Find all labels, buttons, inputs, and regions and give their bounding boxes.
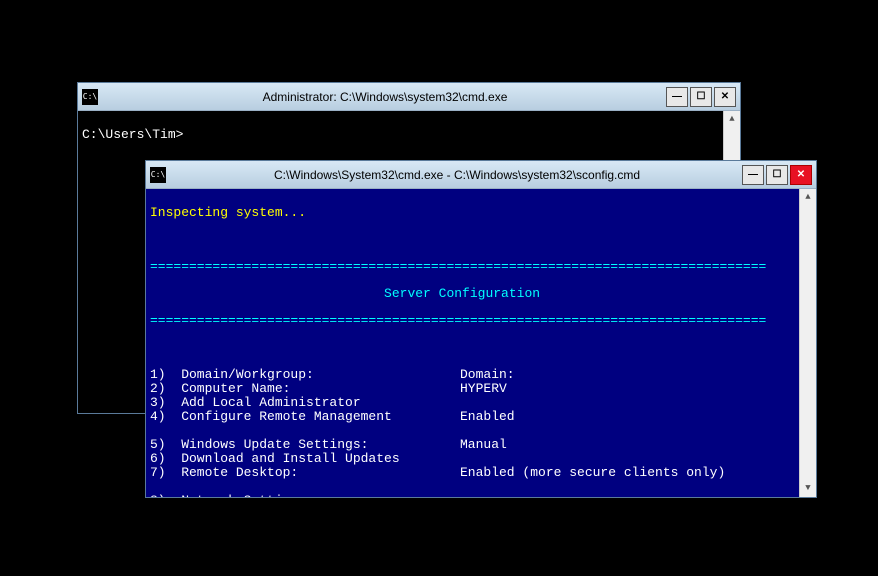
blank-line [150, 233, 816, 247]
scroll-down-icon[interactable]: ▼ [800, 480, 816, 497]
menu-item: 6) Download and Install Updates [150, 452, 816, 466]
window-buttons: — ☐ ✕ [742, 165, 812, 185]
menu-item [150, 424, 816, 438]
menu-item-label: 5) Windows Update Settings: [150, 438, 460, 451]
cmd-window-sconfig: C:\ C:\Windows\System32\cmd.exe - C:\Win… [145, 160, 817, 498]
menu-item-value: Enabled [460, 409, 515, 424]
minimize-button[interactable]: — [666, 87, 688, 107]
inspecting-line: Inspecting system... [150, 206, 816, 220]
titlebar[interactable]: C:\ Administrator: C:\Windows\system32\c… [78, 83, 740, 111]
menu-item: 1) Domain/Workgroup:Domain: [150, 368, 816, 382]
minimize-button[interactable]: — [742, 165, 764, 185]
menu-item-value: Enabled (more secure clients only) [460, 465, 725, 480]
rule-line: ========================================… [150, 260, 816, 274]
menu-item-label: 4) Configure Remote Management [150, 410, 460, 423]
menu-item: 2) Computer Name:HYPERV [150, 382, 816, 396]
menu-item [150, 480, 816, 494]
menu-items: 1) Domain/Workgroup:Domain:2) Computer N… [150, 368, 816, 497]
prompt: C:\Users\Tim> [82, 128, 740, 142]
menu-item-label: 8) Network Settings [150, 494, 460, 497]
menu-item-value: Domain: [460, 367, 515, 382]
window-title: C:\Windows\System32\cmd.exe - C:\Windows… [172, 168, 742, 182]
menu-item-label: 7) Remote Desktop: [150, 466, 460, 479]
menu-item: 3) Add Local Administrator [150, 396, 816, 410]
window-title: Administrator: C:\Windows\system32\cmd.e… [104, 90, 666, 104]
console-output[interactable]: Inspecting system... ===================… [146, 189, 816, 497]
menu-item-label: 2) Computer Name: [150, 382, 460, 395]
rule-line: ========================================… [150, 314, 816, 328]
menu-item-label: 1) Domain/Workgroup: [150, 368, 460, 381]
scrollbar[interactable]: ▲ ▼ [799, 189, 816, 497]
menu-item: 8) Network Settings [150, 494, 816, 497]
menu-item-label: 6) Download and Install Updates [150, 452, 460, 465]
menu-item-value: HYPERV [460, 381, 507, 396]
blank-line [150, 341, 816, 355]
close-button[interactable]: ✕ [790, 165, 812, 185]
scroll-up-icon[interactable]: ▲ [724, 111, 740, 128]
cmd-icon: C:\ [82, 89, 98, 105]
menu-item-value: Manual [460, 437, 507, 452]
header-line: Server Configuration [150, 287, 816, 301]
menu-item: 4) Configure Remote ManagementEnabled [150, 410, 816, 424]
titlebar[interactable]: C:\ C:\Windows\System32\cmd.exe - C:\Win… [146, 161, 816, 189]
scroll-track[interactable] [800, 206, 816, 480]
close-button[interactable]: ✕ [714, 87, 736, 107]
menu-item-label: 3) Add Local Administrator [150, 396, 460, 409]
window-buttons: — ☐ ✕ [666, 87, 736, 107]
menu-item: 7) Remote Desktop:Enabled (more secure c… [150, 466, 816, 480]
maximize-button[interactable]: ☐ [766, 165, 788, 185]
maximize-button[interactable]: ☐ [690, 87, 712, 107]
cmd-icon: C:\ [150, 167, 166, 183]
menu-item: 5) Windows Update Settings:Manual [150, 438, 816, 452]
scroll-up-icon[interactable]: ▲ [800, 189, 816, 206]
